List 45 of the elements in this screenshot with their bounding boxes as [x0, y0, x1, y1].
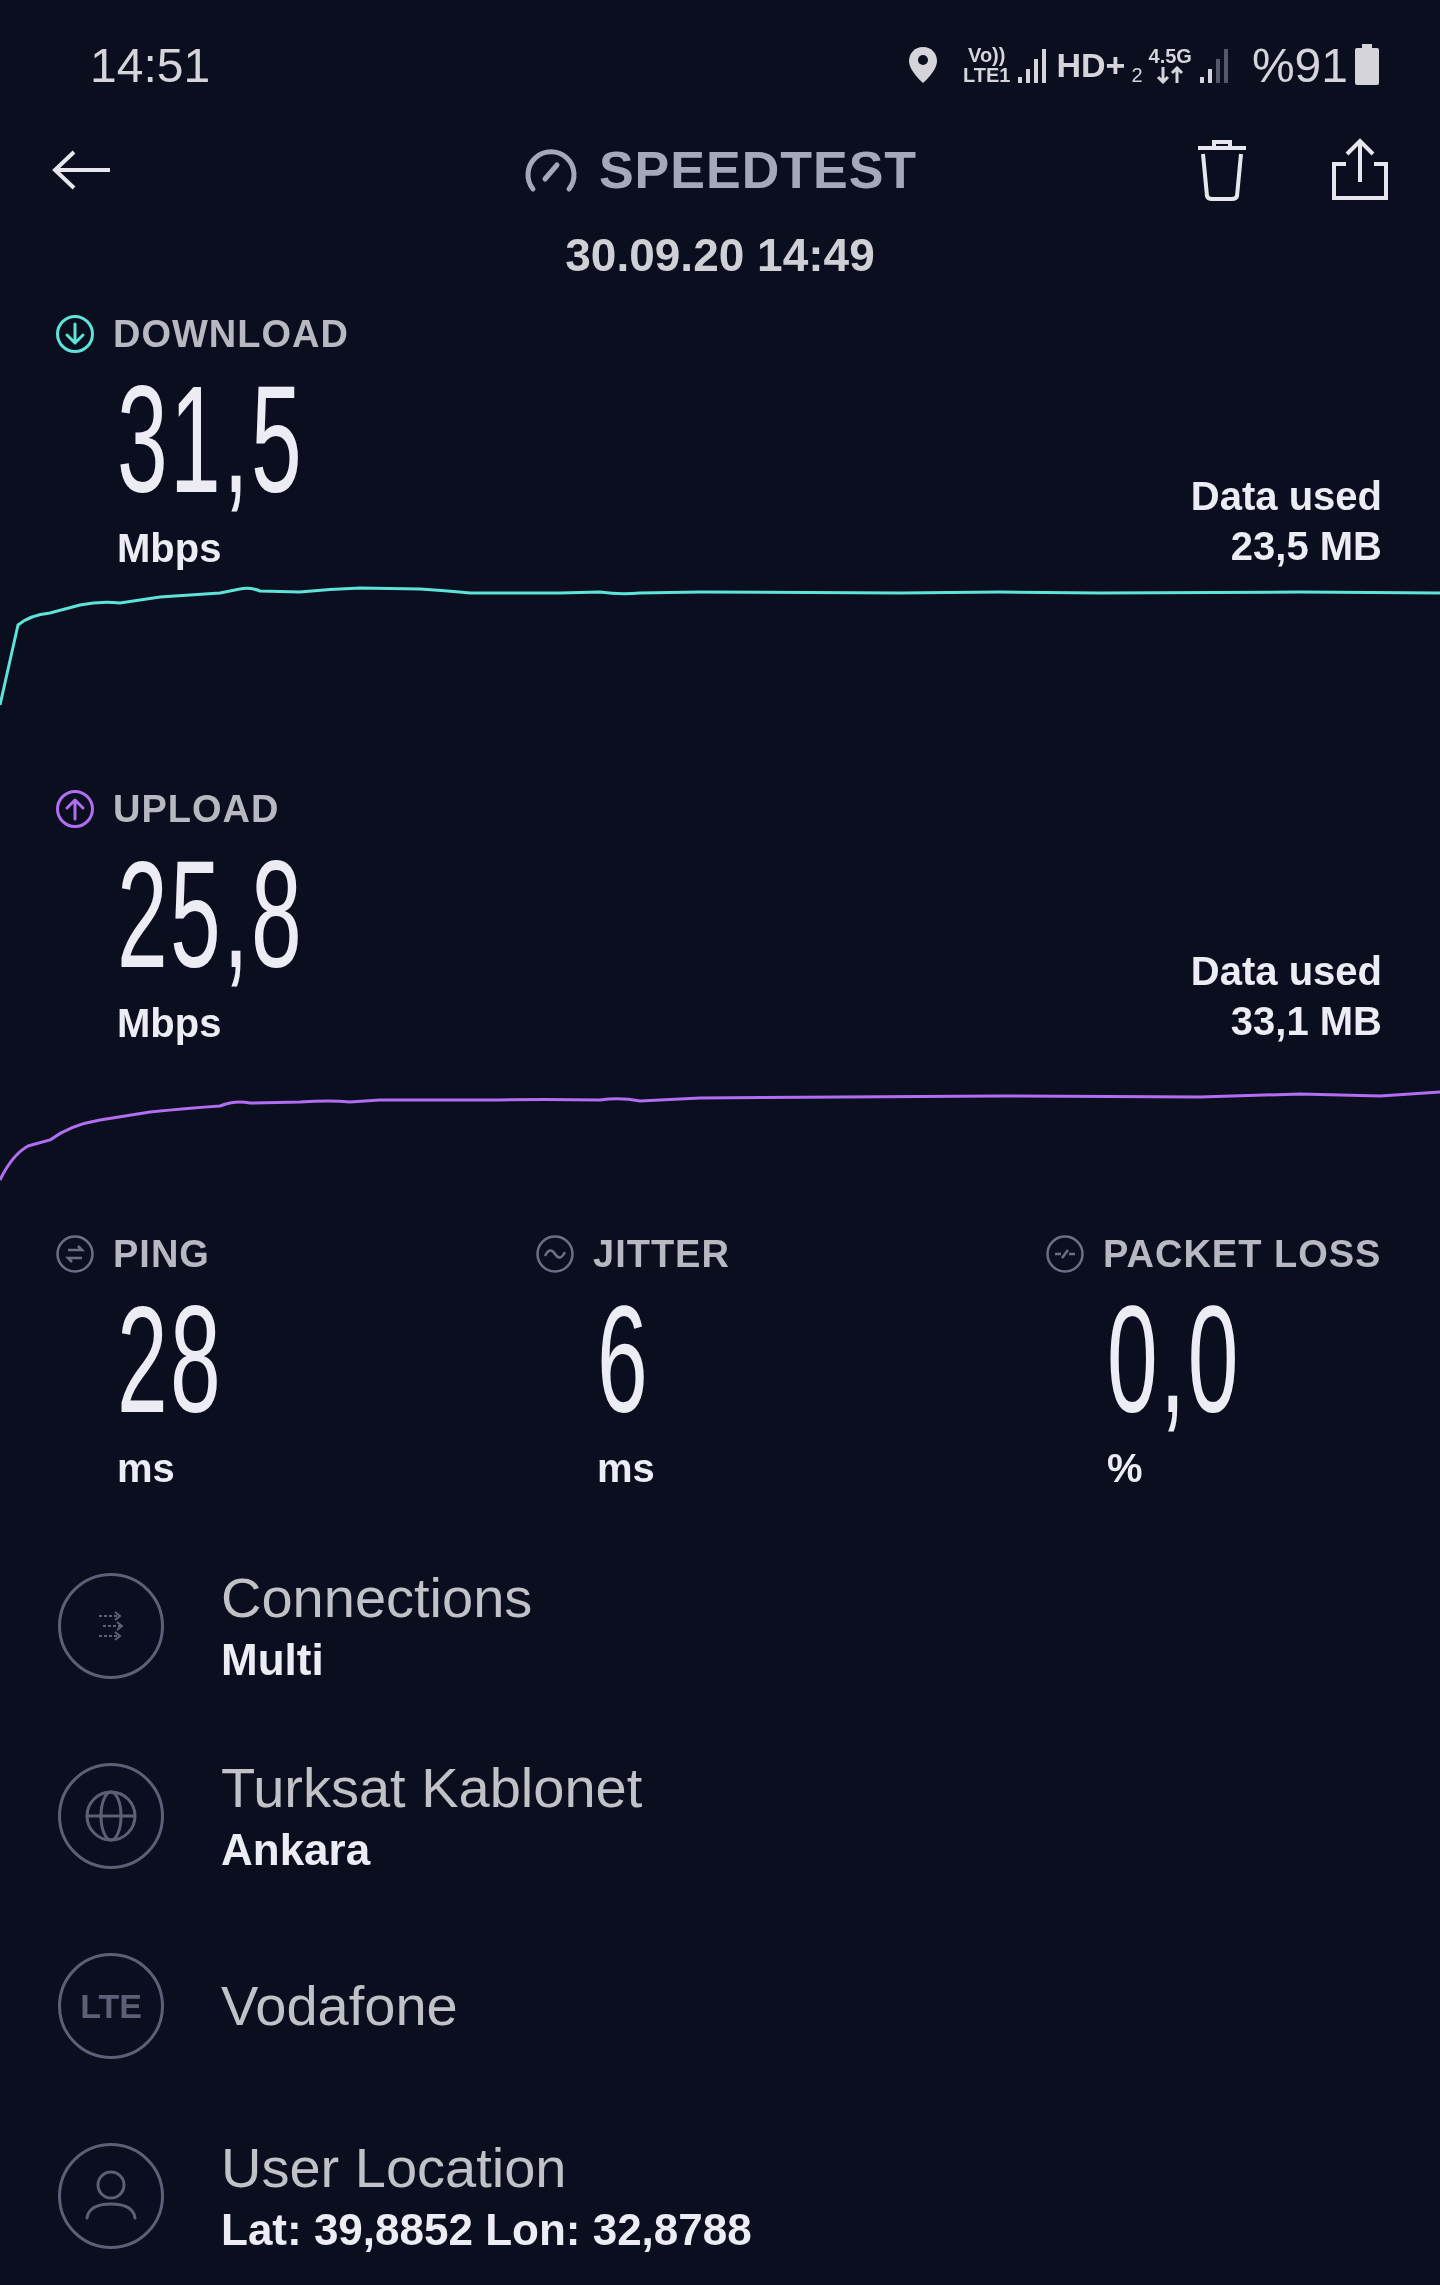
- battery-percent: %91: [1251, 37, 1348, 93]
- share-button[interactable]: [1330, 138, 1390, 202]
- detail-value: Lat: 39,8852 Lon: 32,8788: [221, 2204, 752, 2256]
- speed-value: 31,5: [117, 363, 305, 515]
- battery-icon: [1354, 44, 1380, 86]
- network-type: 4.5G: [1148, 46, 1192, 66]
- detail-value: Ankara: [221, 1824, 372, 1876]
- detail-value: Multi: [221, 1634, 325, 1686]
- metric-unit: ms: [117, 1446, 175, 1491]
- detail-title: Vodafone: [221, 1973, 458, 2039]
- data-used-value: 23,5 MB: [1230, 523, 1382, 570]
- packet-loss-icon: [1045, 1234, 1085, 1274]
- globe-icon: [58, 1763, 164, 1869]
- user-icon: [58, 2143, 164, 2249]
- metric-label: PING: [113, 1232, 210, 1276]
- sim-label: 2: [1131, 63, 1143, 87]
- upload-label: UPLOAD: [113, 787, 280, 831]
- metric-label: PACKET LOSS: [1103, 1232, 1382, 1276]
- detail-title: Connections: [221, 1565, 533, 1631]
- app-title: SPEEDTEST: [598, 140, 918, 200]
- ping-icon: [55, 1234, 95, 1274]
- wave-icon: [535, 1234, 575, 1274]
- volte-label: Vo)): [968, 45, 1006, 65]
- metric-value: 6: [597, 1283, 651, 1435]
- clock: 14:51: [90, 37, 211, 93]
- metric-label: JITTER: [593, 1232, 730, 1276]
- hd-label: HD+: [1056, 45, 1126, 85]
- detail-title: Turksat Kablonet: [221, 1755, 643, 1821]
- connections-icon: [58, 1573, 164, 1679]
- speed-unit: Mbps: [117, 526, 223, 571]
- metric-unit: ms: [597, 1446, 655, 1491]
- metric-unit: %: [1107, 1446, 1143, 1491]
- test-date: 30.09.20 14:49: [565, 228, 875, 282]
- speed-unit: Mbps: [117, 1001, 223, 1046]
- data-used-label: Data used: [1190, 473, 1382, 520]
- data-used-label: Data used: [1190, 948, 1382, 995]
- metric-value: 0,0: [1107, 1283, 1241, 1435]
- speed-value: 25,8: [117, 838, 305, 990]
- network-badge: LTE: [58, 1953, 164, 2059]
- location-pin-icon: [907, 45, 940, 85]
- data-used-value: 33,1 MB: [1230, 998, 1382, 1045]
- metric-value: 28: [117, 1283, 224, 1435]
- detail-title: User Location: [221, 2135, 568, 2201]
- volte-label: LTE1: [963, 65, 1011, 85]
- download-label: DOWNLOAD: [113, 312, 349, 356]
